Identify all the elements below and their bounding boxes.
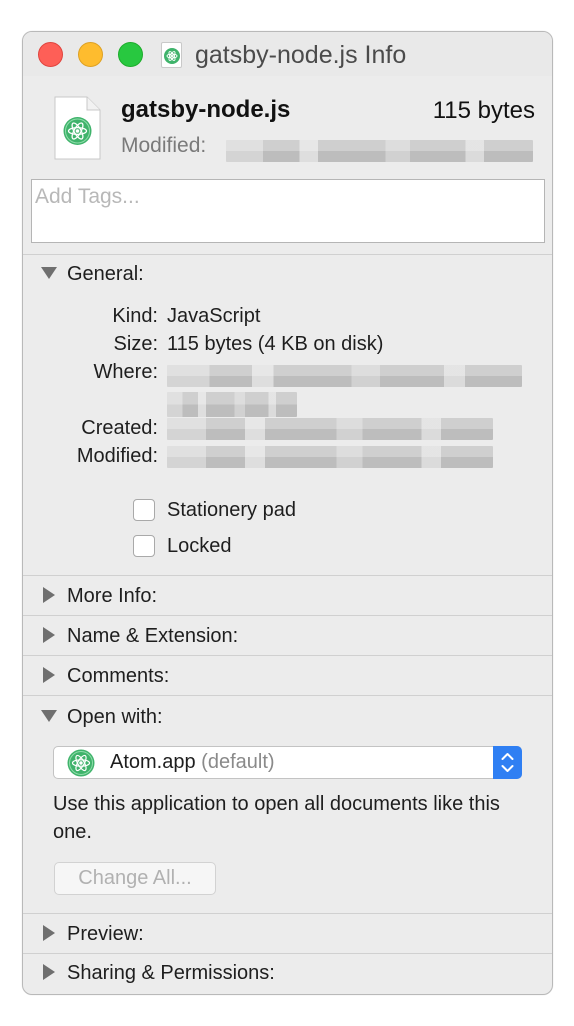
redacted-where-line2	[167, 392, 297, 417]
js-file-icon	[54, 96, 101, 160]
window-title: gatsby-node.js Info	[195, 41, 407, 69]
close-window-button[interactable]	[38, 42, 63, 67]
disclosure-expanded-icon	[41, 710, 57, 722]
atom-icon	[67, 749, 95, 777]
kind-value: JavaScript	[167, 305, 261, 327]
info-window: gatsby-node.js Info gatsby-node.js 115 b…	[22, 31, 553, 995]
tags-placeholder: Add Tags...	[35, 185, 140, 208]
section-general[interactable]: General:	[41, 263, 144, 289]
open-with-default-suffix: (default)	[201, 751, 275, 773]
created-label: Created:	[81, 417, 158, 439]
redacted-modified-date	[226, 140, 533, 162]
divider	[23, 655, 552, 656]
stationery-pad-label: Stationery pad	[167, 499, 296, 521]
locked-checkbox[interactable]	[133, 535, 155, 557]
document-proxy-icon[interactable]	[161, 42, 182, 68]
open-with-description: Use this application to open all documen…	[53, 793, 500, 843]
redacted-created-date	[167, 418, 493, 440]
section-open-with-label: Open with:	[67, 706, 163, 728]
divider	[23, 913, 552, 914]
section-comments-label: Comments:	[67, 665, 170, 687]
disclosure-collapsed-icon	[43, 627, 55, 643]
section-preview-label: Preview:	[67, 923, 144, 945]
size-label: Size:	[113, 333, 158, 355]
file-name: gatsby-node.js	[121, 96, 291, 123]
zoom-window-button[interactable]	[118, 42, 143, 67]
divider	[23, 695, 552, 696]
section-comments[interactable]: Comments:	[41, 665, 169, 691]
disclosure-expanded-icon	[41, 267, 57, 279]
popup-stepper-icon[interactable]	[493, 746, 522, 779]
minimize-window-button[interactable]	[78, 42, 103, 67]
disclosure-collapsed-icon	[43, 925, 55, 941]
open-with-app-name: Atom.app	[110, 751, 196, 773]
kind-label: Kind:	[112, 305, 158, 327]
size-value: 115 bytes (4 KB on disk)	[167, 333, 384, 355]
atom-icon	[164, 48, 180, 64]
section-more-info-label: More Info:	[67, 585, 158, 607]
disclosure-collapsed-icon	[43, 587, 55, 603]
section-general-label: General:	[67, 263, 144, 285]
section-sharing-permissions[interactable]: Sharing & Permissions:	[41, 962, 275, 988]
section-name-extension-label: Name & Extension:	[67, 625, 239, 647]
open-with-selected: Atom.app (default)	[110, 751, 275, 774]
tags-field[interactable]: Add Tags...	[31, 179, 545, 243]
disclosure-collapsed-icon	[43, 964, 55, 980]
section-name-extension[interactable]: Name & Extension:	[41, 625, 238, 651]
section-more-info[interactable]: More Info:	[41, 585, 157, 611]
stationery-pad-checkbox[interactable]	[133, 499, 155, 521]
title-bar[interactable]: gatsby-node.js Info	[23, 32, 552, 76]
change-all-button[interactable]: Change All...	[54, 862, 216, 895]
section-sharing-permissions-label: Sharing & Permissions:	[67, 962, 275, 984]
divider	[23, 254, 552, 255]
disclosure-collapsed-icon	[43, 667, 55, 683]
divider	[23, 953, 552, 954]
modified-label: Modified:	[121, 134, 207, 157]
section-open-with[interactable]: Open with:	[41, 706, 163, 732]
redacted-modified-row-date	[167, 446, 493, 468]
section-preview[interactable]: Preview:	[41, 923, 144, 949]
locked-label: Locked	[167, 535, 232, 557]
open-with-popup[interactable]: Atom.app (default)	[53, 746, 522, 779]
divider	[23, 575, 552, 576]
redacted-where-line1	[167, 365, 522, 387]
chevron-updown-icon	[501, 753, 514, 772]
file-size: 115 bytes	[432, 97, 535, 124]
divider	[23, 615, 552, 616]
modified-row-label: Modified:	[76, 445, 158, 467]
where-label: Where:	[93, 361, 158, 383]
